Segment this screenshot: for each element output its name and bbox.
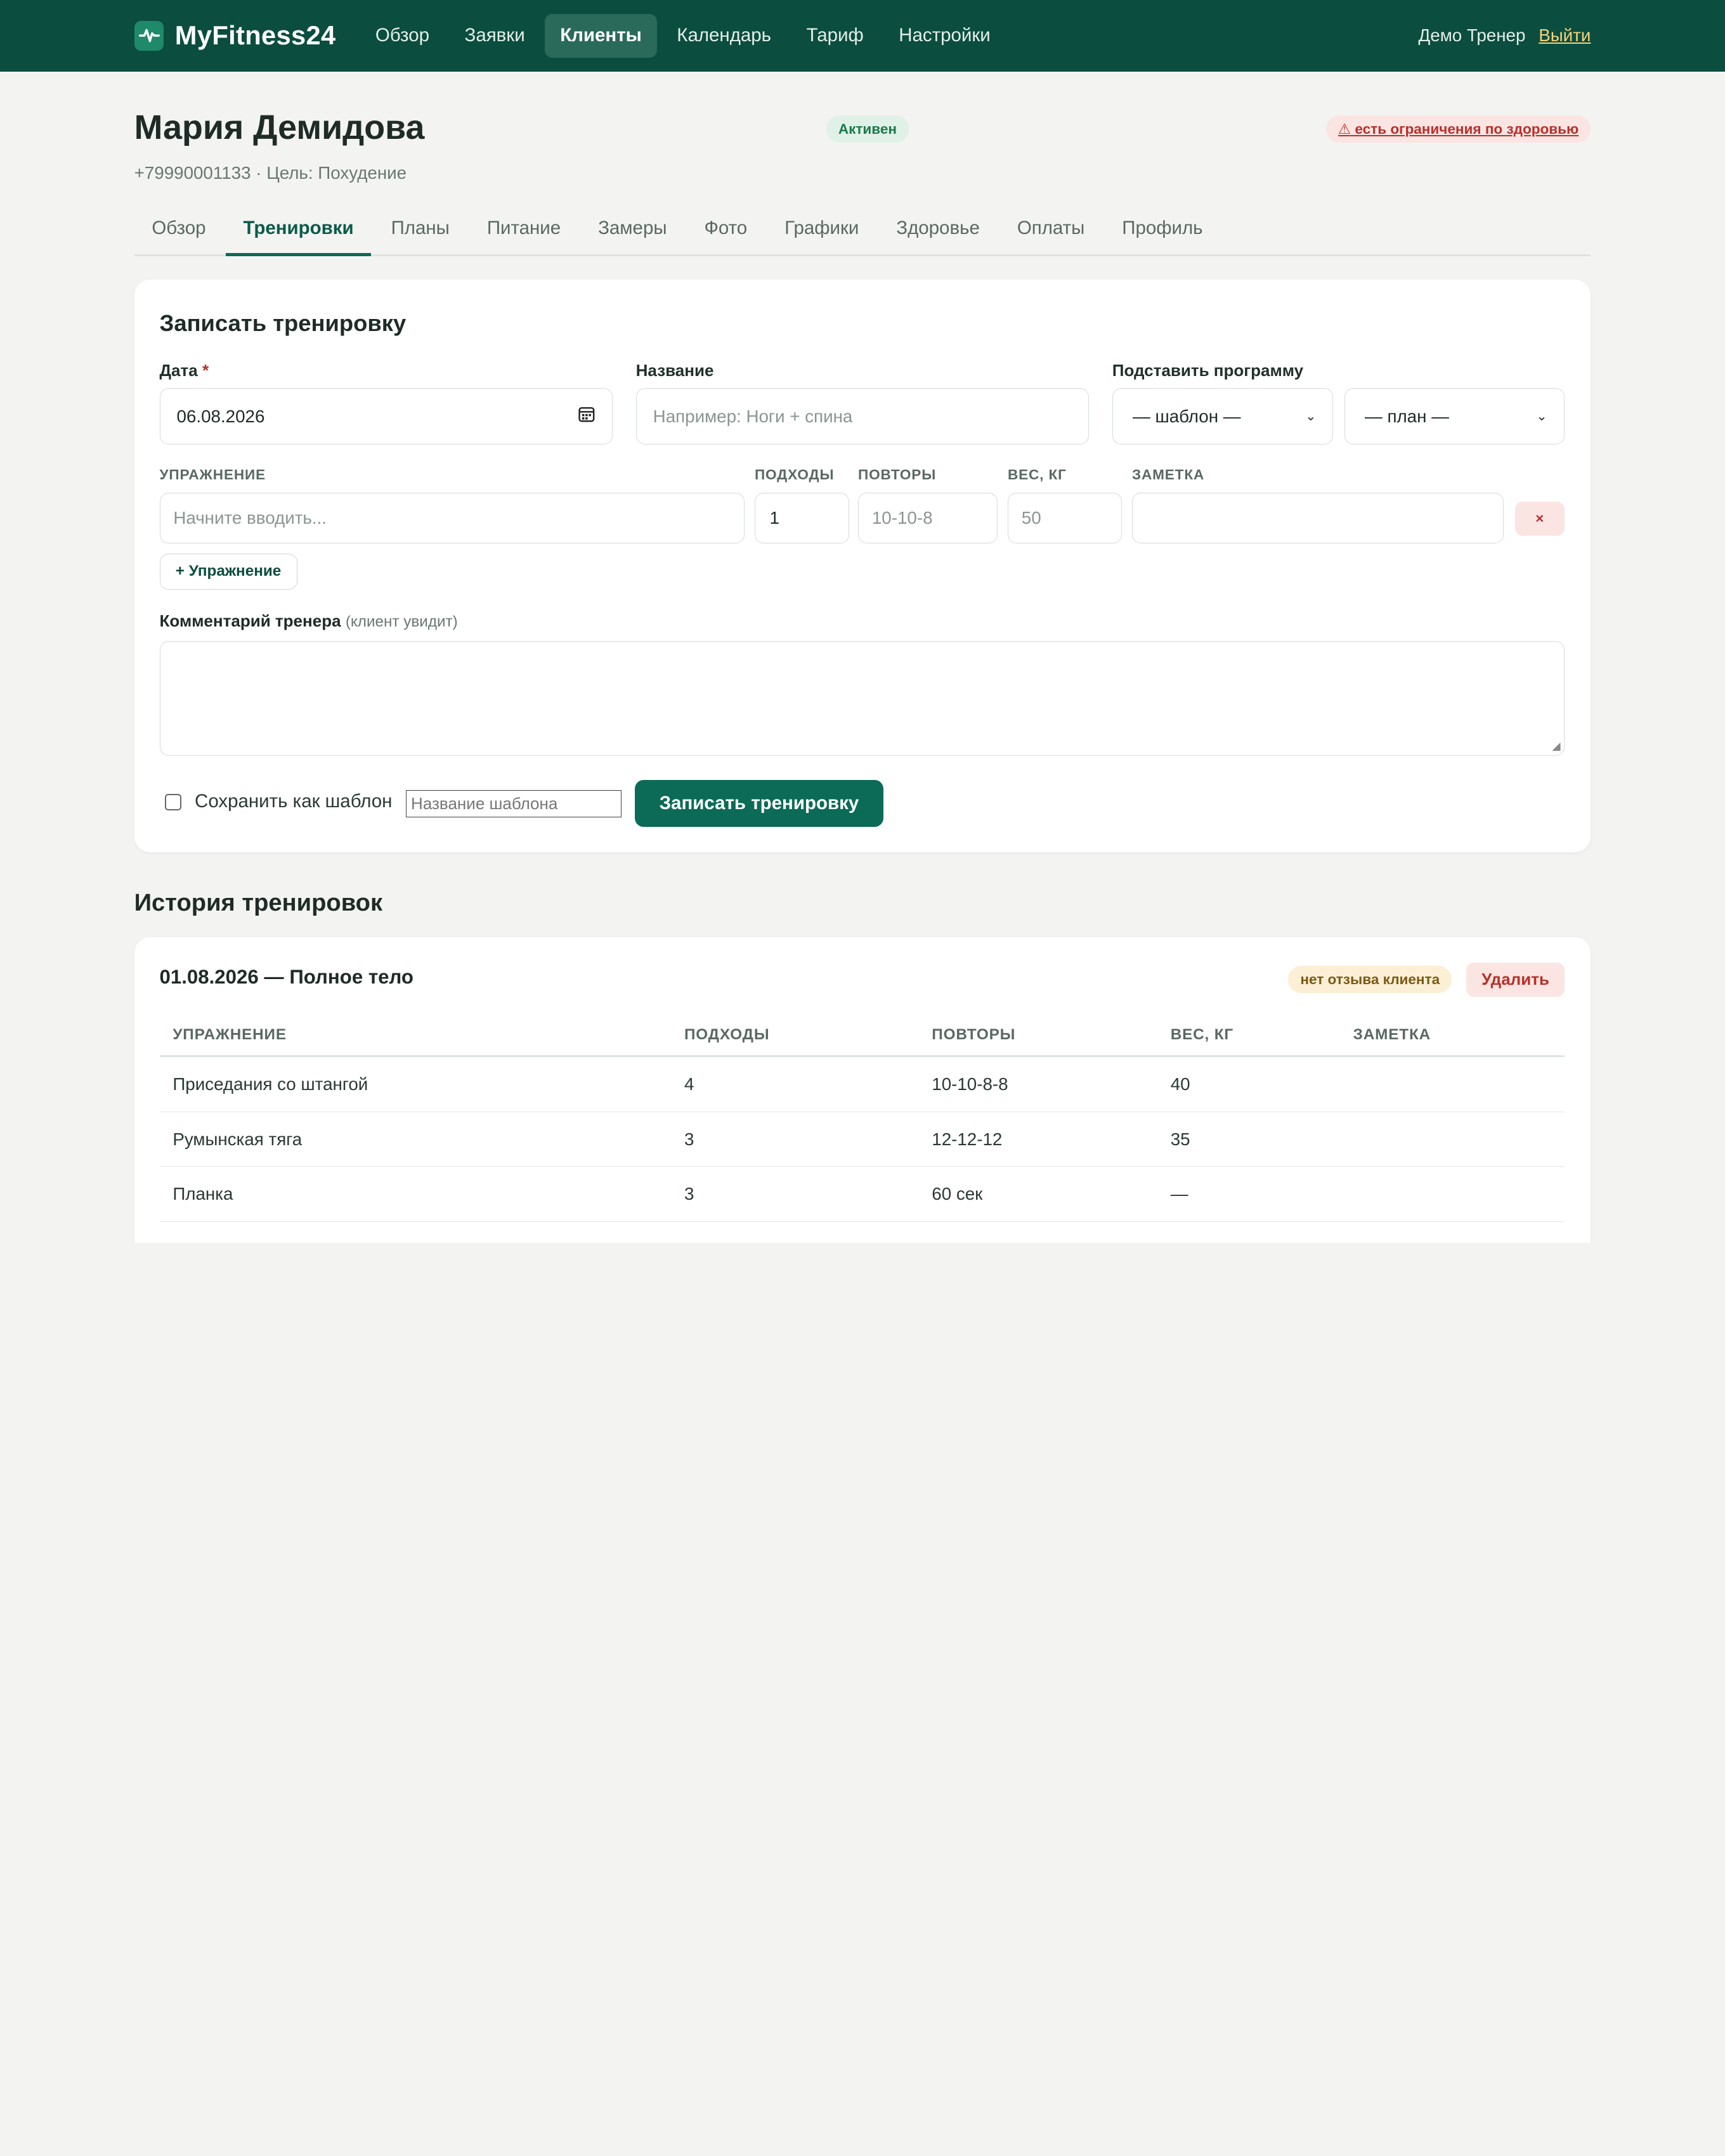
tab-photos[interactable]: Фото xyxy=(687,205,765,257)
table-header-cell: УПРАЖНЕНИЕ xyxy=(172,1025,287,1043)
close-icon: × xyxy=(1535,510,1544,526)
nav-item-calendar[interactable]: Календарь xyxy=(661,14,786,58)
history-title: История тренировок xyxy=(134,888,383,916)
workout-history-card: 01.08.2026 — Полное тело нет отзыва клие… xyxy=(134,937,1591,1244)
exercise-input[interactable]: Начните вводить... xyxy=(159,493,745,543)
resize-handle-icon[interactable]: ◢ xyxy=(1552,739,1560,753)
table-header-cell: ЗАМЕТКА xyxy=(1353,1025,1431,1043)
nav-item-requests[interactable]: Заявки xyxy=(449,14,540,58)
tab-overview[interactable]: Обзор xyxy=(134,205,224,257)
date-label: Дата * xyxy=(159,360,209,380)
col-weight-label: ВЕС, КГ xyxy=(1007,466,1067,483)
col-exercise-label: УПРАЖНЕНИЕ xyxy=(159,466,266,483)
nav-item-tariff[interactable]: Тариф xyxy=(791,14,879,58)
reps-input[interactable]: 10-10-8 xyxy=(858,493,998,543)
remove-exercise-button[interactable]: × xyxy=(1514,502,1565,536)
workout-name-input[interactable]: Например: Ноги + спина xyxy=(635,388,1090,445)
table-cell: — xyxy=(1170,1184,1188,1204)
nav-item-overview[interactable]: Обзор xyxy=(360,14,445,58)
health-alert-link[interactable]: ⚠ есть ограничения по здоровью xyxy=(1325,115,1591,143)
table-row: Румынская тяга 3 12-12-12 35 xyxy=(159,1112,1565,1167)
table-cell: 3 xyxy=(684,1184,694,1204)
table-cell: 4 xyxy=(684,1074,694,1094)
save-template-label: Сохранить как шаблон xyxy=(195,791,393,812)
table-cell: 40 xyxy=(1170,1074,1190,1094)
program-label: Подставить программу xyxy=(1112,360,1304,380)
save-template-checkbox[interactable] xyxy=(165,794,182,811)
name-label: Название xyxy=(635,360,714,380)
col-reps-label: ПОВТОРЫ xyxy=(858,466,937,483)
review-status-badge: нет отзыва клиента xyxy=(1288,966,1452,994)
top-navbar: MyFitness24 Обзор Заявки Клиенты Календа… xyxy=(0,0,1725,72)
workout-table: УПРАЖНЕНИЕ ПОДХОДЫ ПОВТОРЫ ВЕС, КГ ЗАМЕТ… xyxy=(159,1014,1565,1223)
workout-title: 01.08.2026 — Полное тело xyxy=(159,966,413,989)
weight-input[interactable]: 50 xyxy=(1007,493,1123,543)
table-header-cell: ПОВТОРЫ xyxy=(932,1025,1016,1043)
tab-payments[interactable]: Оплаты xyxy=(999,205,1102,257)
col-note-label: ЗАМЕТКА xyxy=(1131,466,1205,483)
add-exercise-button[interactable]: + Упражнение xyxy=(159,553,297,590)
calendar-icon[interactable] xyxy=(578,405,596,427)
client-subtitle: +79990001133 · Цель: Похудение xyxy=(134,162,407,183)
pulse-icon xyxy=(134,20,164,51)
tab-nutrition[interactable]: Питание xyxy=(469,205,578,257)
delete-workout-button[interactable]: Удалить xyxy=(1466,962,1565,997)
table-cell: Планка xyxy=(172,1184,233,1204)
record-workout-card: Записать тренировку Дата * 06.08.2026 На… xyxy=(134,279,1591,853)
form-title: Записать тренировку xyxy=(159,310,407,337)
sets-input[interactable]: 1 xyxy=(754,493,850,543)
table-cell: 3 xyxy=(684,1129,694,1149)
table-row: Планка 3 60 сек — xyxy=(159,1167,1565,1223)
trainer-comment-textarea[interactable]: ◢ xyxy=(159,641,1565,756)
status-badge: Активен xyxy=(826,115,909,143)
nav-item-settings[interactable]: Настройки xyxy=(883,14,1006,58)
logout-link[interactable]: Выйти xyxy=(1539,25,1591,46)
brand-name: MyFitness24 xyxy=(174,20,336,51)
table-cell: 10-10-8-8 xyxy=(932,1074,1008,1094)
table-cell: 35 xyxy=(1170,1129,1190,1149)
date-input[interactable]: 06.08.2026 xyxy=(159,388,613,445)
tab-health[interactable]: Здоровье xyxy=(879,205,998,257)
chevron-down-icon: ⌄ xyxy=(1305,409,1317,424)
table-header-row: УПРАЖНЕНИЕ ПОДХОДЫ ПОВТОРЫ ВЕС, КГ ЗАМЕТ… xyxy=(159,1014,1565,1058)
table-cell: 12-12-12 xyxy=(932,1129,1003,1149)
table-cell: Румынская тяга xyxy=(172,1129,303,1149)
submit-workout-button[interactable]: Записать тренировку xyxy=(634,779,883,828)
brand[interactable]: MyFitness24 xyxy=(134,20,336,51)
tab-charts[interactable]: Графики xyxy=(767,205,876,257)
template-select[interactable]: — шаблон — ⌄ xyxy=(1112,388,1334,445)
note-input[interactable] xyxy=(1131,493,1504,543)
tab-profile[interactable]: Профиль xyxy=(1105,205,1221,257)
client-name: Мария Демидова xyxy=(134,108,425,146)
table-cell: 60 сек xyxy=(932,1184,983,1204)
nav-item-clients[interactable]: Клиенты xyxy=(544,14,658,58)
table-cell: Приседания со штангой xyxy=(172,1074,368,1094)
table-header-cell: ВЕС, КГ xyxy=(1170,1025,1234,1043)
table-header-cell: ПОДХОДЫ xyxy=(684,1025,770,1043)
tab-workouts[interactable]: Тренировки xyxy=(225,205,372,257)
col-sets-label: ПОДХОДЫ xyxy=(754,466,835,483)
main-nav: Обзор Заявки Клиенты Календарь Тариф Нас… xyxy=(360,14,1010,58)
template-name-input[interactable]: Название шаблона xyxy=(406,789,622,817)
chevron-down-icon: ⌄ xyxy=(1536,409,1547,424)
comment-label: Комментарий тренера (клиент увидит) xyxy=(159,611,458,631)
plan-select[interactable]: — план — ⌄ xyxy=(1344,388,1565,445)
client-tabs: Обзор Тренировки Планы Питание Замеры Фо… xyxy=(134,205,1591,257)
tab-plans[interactable]: Планы xyxy=(374,205,467,257)
table-row: Приседания со штангой 4 10-10-8-8 40 xyxy=(159,1057,1565,1112)
tab-measurements[interactable]: Замеры xyxy=(580,205,684,257)
user-name: Демо Тренер xyxy=(1418,25,1526,46)
